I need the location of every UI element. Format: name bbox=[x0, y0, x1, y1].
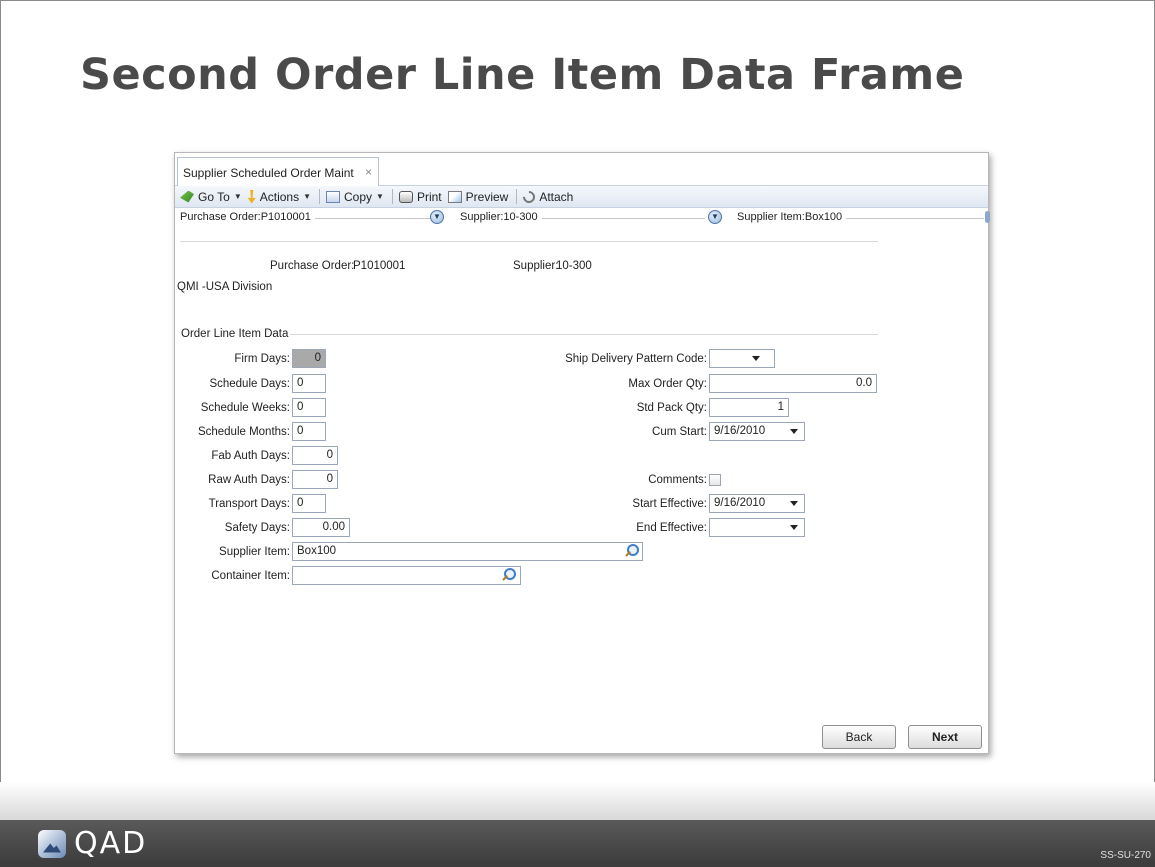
actions-label: Actions bbox=[259, 189, 300, 204]
po-value: P1010001 bbox=[353, 260, 406, 272]
qad-logo-text: QAD bbox=[74, 826, 148, 861]
container-item-lookup-icon[interactable] bbox=[502, 568, 516, 582]
transport-days-field[interactable]: 0 bbox=[292, 494, 326, 513]
section-divider bbox=[290, 334, 878, 335]
goto-icon bbox=[180, 190, 194, 203]
cum-start-value: 9/16/2010 bbox=[714, 425, 766, 437]
tab-label: Supplier Scheduled Order Maint bbox=[183, 166, 354, 180]
qad-logo: QAD bbox=[38, 826, 147, 861]
schedule-days-field[interactable]: 0 bbox=[292, 374, 326, 393]
cum-start-date-picker[interactable]: 9/16/2010 bbox=[709, 422, 805, 441]
tab-close-icon[interactable]: × bbox=[365, 165, 372, 179]
supplier-item-field[interactable]: Box100 bbox=[292, 542, 643, 561]
toolbar-separator bbox=[319, 189, 321, 204]
safety-days-field[interactable]: 0.00 bbox=[292, 518, 350, 537]
transport-days-label: Transport Days: bbox=[208, 498, 290, 510]
chevron-down-icon bbox=[790, 429, 798, 434]
start-effective-value: 9/16/2010 bbox=[714, 497, 766, 509]
toolbar-separator bbox=[516, 189, 518, 204]
firm-days-field[interactable]: 0 bbox=[292, 349, 326, 368]
max-order-qty-label: Max Order Qty: bbox=[628, 378, 707, 390]
chevron-down-icon bbox=[752, 356, 760, 361]
breadcrumb-purchase-order[interactable]: Purchase Order:P1010001 bbox=[180, 211, 315, 223]
copy-icon bbox=[326, 190, 341, 203]
fab-auth-days-label: Fab Auth Days: bbox=[211, 450, 290, 462]
start-effective-label: Start Effective: bbox=[632, 498, 707, 510]
footer-bar bbox=[0, 820, 1155, 867]
schedule-months-label: Schedule Months: bbox=[197, 426, 290, 438]
po-label: Purchase Order: bbox=[270, 260, 355, 272]
ship-delivery-pattern-label: Ship Delivery Pattern Code: bbox=[565, 353, 707, 365]
chevron-down-icon bbox=[790, 525, 798, 530]
max-order-qty-field[interactable]: 0.0 bbox=[709, 374, 877, 393]
toolbar-separator bbox=[391, 189, 393, 204]
expand-circle-icon[interactable]: ▼ bbox=[430, 210, 444, 224]
attach-button[interactable]: Attach bbox=[520, 188, 574, 205]
std-pack-qty-field[interactable]: 1 bbox=[709, 398, 789, 417]
copy-label: Copy bbox=[344, 189, 373, 204]
preview-button[interactable]: Preview bbox=[447, 189, 509, 204]
app-window: Supplier Scheduled Order Maint × Go To ▼… bbox=[174, 152, 990, 754]
preview-icon bbox=[447, 190, 462, 203]
print-button[interactable]: Print bbox=[398, 189, 442, 204]
tab-supplier-scheduled-order-maint[interactable]: Supplier Scheduled Order Maint × bbox=[177, 157, 379, 186]
chevron-down-icon: ▼ bbox=[233, 192, 242, 201]
chevron-down-icon: ▼ bbox=[303, 192, 312, 201]
supplier-value: 10-300 bbox=[556, 260, 592, 272]
header-divider bbox=[180, 241, 878, 242]
breadcrumb-supplier[interactable]: Supplier:10-300 bbox=[460, 211, 542, 223]
std-pack-qty-label: Std Pack Qty: bbox=[636, 402, 707, 414]
end-effective-label: End Effective: bbox=[636, 522, 707, 534]
toolbar: Go To ▼ Actions ▼ Copy ▼ Print Preview A… bbox=[175, 186, 988, 208]
division-text: QMI -USA Division bbox=[177, 281, 273, 293]
supplier-item-lookup-icon[interactable] bbox=[625, 544, 639, 558]
container-item-field[interactable] bbox=[292, 566, 521, 585]
breadcrumb-scroll-handle[interactable] bbox=[985, 211, 990, 223]
tab-strip: Supplier Scheduled Order Maint × bbox=[175, 153, 988, 186]
fab-auth-days-field[interactable]: 0 bbox=[292, 446, 338, 465]
supplier-item-label: Supplier Item: bbox=[219, 546, 290, 558]
ship-delivery-pattern-select[interactable] bbox=[709, 349, 775, 368]
print-label: Print bbox=[416, 189, 442, 204]
schedule-weeks-label: Schedule Weeks: bbox=[200, 402, 290, 414]
preview-label: Preview bbox=[465, 189, 509, 204]
schedule-weeks-field[interactable]: 0 bbox=[292, 398, 326, 417]
expand-circle-icon[interactable]: ▼ bbox=[708, 210, 722, 224]
copy-button[interactable]: Copy ▼ bbox=[326, 190, 384, 204]
slide-title: Second Order Line Item Data Frame bbox=[80, 50, 965, 100]
attach-label: Attach bbox=[539, 189, 574, 204]
supplier-label: Supplier: bbox=[513, 260, 559, 272]
footer-fade bbox=[0, 782, 1155, 820]
start-effective-date-picker[interactable]: 9/16/2010 bbox=[709, 494, 805, 513]
breadcrumb-supplier-item[interactable]: Supplier Item:Box100 bbox=[737, 211, 847, 223]
printer-icon bbox=[398, 190, 413, 203]
chevron-down-icon bbox=[790, 501, 798, 506]
schedule-months-field[interactable]: 0 bbox=[292, 422, 326, 441]
next-button[interactable]: Next bbox=[908, 725, 982, 749]
safety-days-label: Safety Days: bbox=[224, 522, 290, 534]
qad-logo-icon bbox=[38, 829, 66, 858]
firm-days-label: Firm Days: bbox=[234, 353, 290, 365]
comments-checkbox[interactable] bbox=[709, 474, 721, 486]
comments-label: Comments: bbox=[648, 474, 707, 486]
actions-icon bbox=[247, 189, 256, 204]
actions-button[interactable]: Actions ▼ bbox=[247, 189, 312, 204]
chevron-down-icon: ▼ bbox=[376, 192, 384, 201]
paperclip-icon bbox=[520, 188, 538, 205]
section-title: Order Line Item Data bbox=[181, 328, 289, 340]
raw-auth-days-field[interactable]: 0 bbox=[292, 470, 338, 489]
container-item-label: Container Item: bbox=[211, 570, 290, 582]
end-effective-date-picker[interactable] bbox=[709, 518, 805, 537]
goto-button[interactable]: Go To ▼ bbox=[180, 190, 242, 204]
breadcrumb: Purchase Order:P1010001 ▼ Supplier:10-30… bbox=[175, 209, 990, 227]
schedule-days-label: Schedule Days: bbox=[209, 378, 290, 390]
slide-code: SS-SU-270 bbox=[1100, 850, 1151, 861]
cum-start-label: Cum Start: bbox=[652, 426, 707, 438]
back-button[interactable]: Back bbox=[822, 725, 896, 749]
goto-label: Go To bbox=[198, 189, 230, 204]
raw-auth-days-label: Raw Auth Days: bbox=[208, 474, 290, 486]
